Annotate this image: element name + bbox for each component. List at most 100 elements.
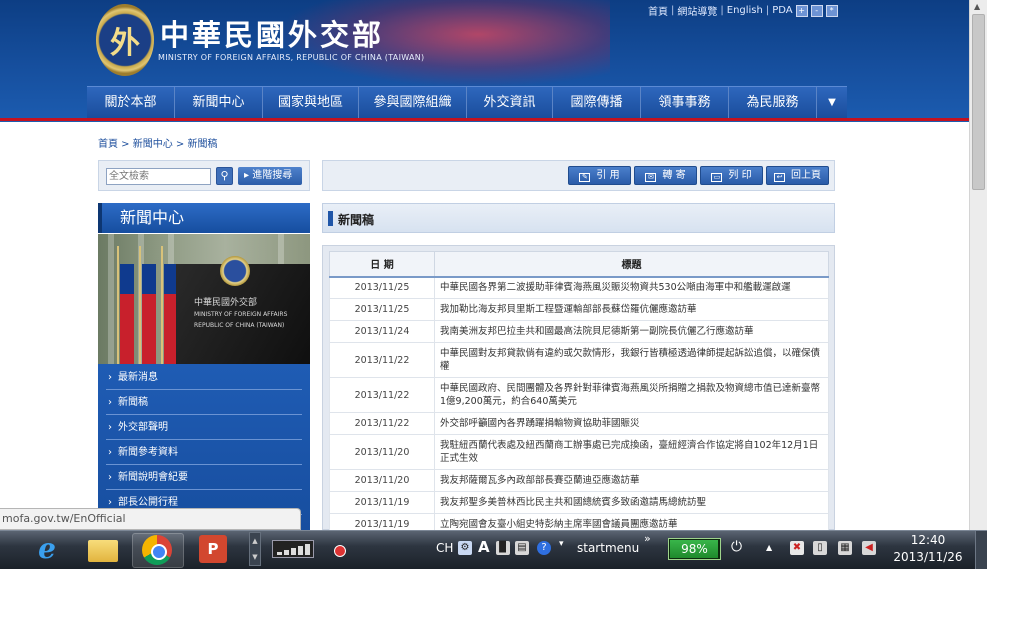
- sidebar-item-latest[interactable]: 最新消息: [106, 365, 302, 390]
- ime-language[interactable]: CH: [436, 541, 453, 555]
- sidebar-item-statements[interactable]: 外交部聲明: [106, 415, 302, 440]
- top-link-english[interactable]: English: [727, 5, 763, 16]
- search-icon[interactable]: ⚲: [216, 167, 233, 185]
- page-scrollbar[interactable]: ▲: [969, 0, 987, 530]
- table-row[interactable]: 2013/11/22 外交部呼籲國內各界踴躍捐輸物資協助菲國賑災: [329, 412, 829, 435]
- ime-toolbar-icon[interactable]: ⚙: [458, 541, 472, 555]
- scroll-thumb[interactable]: [972, 14, 985, 190]
- search-box: ⚲ ▸ 進階搜尋: [98, 160, 310, 191]
- flag-canton: [142, 264, 156, 294]
- no-connection-icon[interactable]: [334, 545, 346, 557]
- row-title-link[interactable]: 外交部呼籲國內各界踴躍捐輸物資協助菲國賑災: [434, 412, 829, 435]
- top-links: 首頁 | 網站導覽 | English | PDA + - *: [648, 3, 838, 18]
- row-date: 2013/11/19: [329, 491, 435, 514]
- sidebar-menu: 最新消息 新聞稿 外交部聲明 新聞參考資料 新聞說明會紀要 部長公開行程: [98, 364, 310, 530]
- signal-bar: [305, 544, 310, 555]
- podium-text-line: MINISTRY OF FOREIGN AFFAIRS: [194, 311, 288, 318]
- row-date: 2013/11/19: [329, 513, 435, 530]
- print-button[interactable]: ▭ 列 印: [700, 166, 763, 185]
- row-title-link[interactable]: 我駐紐西蘭代表處及紐西蘭商工辦事處已完成換函，臺紐經濟合作協定將自102年12月…: [434, 434, 829, 470]
- startmenu-toolbar[interactable]: startmenu: [577, 541, 639, 555]
- scroll-up-icon[interactable]: ▲: [974, 2, 980, 11]
- breadcrumb[interactable]: 首頁 > 新聞中心 > 新聞稿: [98, 135, 217, 150]
- search-input[interactable]: [106, 168, 211, 185]
- nav-item-countries[interactable]: 國家與地區: [263, 87, 359, 119]
- flag: [139, 246, 156, 364]
- advanced-search-button[interactable]: ▸ 進階搜尋: [238, 167, 302, 185]
- font-decrease-icon[interactable]: -: [810, 4, 823, 17]
- back-label: 回上頁: [791, 170, 821, 181]
- action-center-icon[interactable]: ✖: [790, 541, 804, 555]
- nav-item-about[interactable]: 關於本部: [87, 87, 175, 119]
- signal-bar: [298, 546, 303, 555]
- toolbar-overflow-icon[interactable]: »: [644, 532, 651, 545]
- nav-item-intl-orgs[interactable]: 參與國際組織: [359, 87, 467, 119]
- back-button[interactable]: ↩ 回上頁: [766, 166, 829, 185]
- power-plug-icon[interactable]: ⏻: [731, 539, 742, 555]
- table-row[interactable]: 2013/11/24 我南美洲友邦巴拉圭共和國最高法院貝尼德斯第一副院長伉儷乙行應…: [329, 320, 829, 343]
- row-date: 2013/11/22: [329, 377, 435, 413]
- row-title-link[interactable]: 我友邦聖多美普林西比民主共和國總統賓多致函邀請馬總統訪聖: [434, 491, 829, 514]
- row-title-link[interactable]: 中華民國對友邦貸款倘有違約或欠款情形，我銀行皆積極透過律師提起訴訟追償，以確保債…: [434, 342, 829, 378]
- row-title-link[interactable]: 我加勒比海友邦貝里斯工程暨運輸部部長蘇岱羅伉儷應邀訪華: [434, 298, 829, 321]
- row-title-link[interactable]: 中華民國各界第二波援助菲律賓海燕風災賑災物資共530公噸由海軍中和艦載運啟運: [434, 276, 829, 299]
- nav-item-consular[interactable]: 領事事務: [641, 87, 729, 119]
- network-icon[interactable]: ▦: [838, 541, 852, 555]
- page-toolbar: ✎ 引 用 ✉ 轉 寄 ▭ 列 印 ↩ 回上頁: [322, 160, 835, 191]
- top-link-home[interactable]: 首頁: [648, 3, 668, 18]
- show-desktop-button[interactable]: [975, 531, 987, 569]
- column-header-date: 日 期: [329, 251, 435, 278]
- nav-item-intl-comm[interactable]: 國際傳播: [553, 87, 641, 119]
- ministry-logo[interactable]: 外: [96, 4, 154, 76]
- table-row[interactable]: 2013/11/20 我駐紐西蘭代表處及紐西蘭商工辦事處已完成換函，臺紐經濟合作協…: [329, 434, 829, 470]
- ime-options-icon[interactable]: ▾: [559, 539, 564, 549]
- sidebar-item-press-release[interactable]: 新聞稿: [106, 390, 302, 415]
- row-title-link[interactable]: 我友邦薩爾瓦多內政部部長賽亞蘭迪亞應邀訪華: [434, 469, 829, 492]
- clock-date[interactable]: 2013/11/26: [887, 550, 969, 564]
- cite-button[interactable]: ✎ 引 用: [568, 166, 631, 185]
- top-link-pda[interactable]: PDA: [772, 5, 792, 16]
- ime-mode[interactable]: A: [478, 538, 490, 556]
- advanced-search-label: 進階搜尋: [252, 170, 293, 181]
- help-icon[interactable]: ?: [537, 541, 551, 555]
- table-row[interactable]: 2013/11/22 中華民國對友邦貸款倘有違約或欠款情形，我銀行皆積極透過律師提…: [329, 342, 829, 378]
- top-link-sitemap[interactable]: 網站導覽: [677, 3, 717, 18]
- row-title-link[interactable]: 中華民國政府、民間團體及各界針對菲律賓海燕風災所捐贈之捐款及物資總市值已達新臺幣…: [434, 377, 829, 413]
- divider: |: [671, 5, 675, 16]
- nav-item-foreign-info[interactable]: 外交資訊: [467, 87, 553, 119]
- table-row[interactable]: 2013/11/25 中華民國各界第二波援助菲律賓海燕風災賑災物資共530公噸由海…: [329, 276, 829, 299]
- row-title-link[interactable]: 立陶宛國會友臺小組史特彭納主席率國會議員團應邀訪華: [434, 513, 829, 530]
- font-increase-icon[interactable]: +: [795, 4, 808, 17]
- row-date: 2013/11/25: [329, 298, 435, 321]
- header-red-band: [0, 118, 969, 121]
- battery-percent: 98%: [681, 542, 708, 556]
- sidebar-item-references[interactable]: 新聞參考資料: [106, 440, 302, 465]
- nav-more-icon[interactable]: ▼: [817, 87, 847, 119]
- table-row[interactable]: 2013/11/20 我友邦薩爾瓦多內政部部長賽亞蘭迪亞應邀訪華: [329, 469, 829, 492]
- clock-time[interactable]: 12:40: [895, 533, 961, 547]
- forward-button[interactable]: ✉ 轉 寄: [634, 166, 697, 185]
- ime-fullwidth-icon[interactable]: ▉: [496, 541, 510, 555]
- ime-keyboard-icon[interactable]: ▤: [515, 541, 529, 555]
- sidebar-title: 新聞中心: [98, 203, 310, 233]
- flag-canton: [120, 264, 134, 294]
- volume-muted-icon[interactable]: ◀: [862, 541, 876, 555]
- table-row[interactable]: 2013/11/25 我加勒比海友邦貝里斯工程暨運輸部部長蘇岱羅伉儷應邀訪華: [329, 298, 829, 321]
- table-row[interactable]: 2013/11/19 立陶宛國會友臺小組史特彭納主席率國會議員團應邀訪華: [329, 513, 829, 530]
- sidebar-item-briefings[interactable]: 新聞說明會紀要: [106, 465, 302, 490]
- table-row[interactable]: 2013/11/19 我友邦聖多美普林西比民主共和國總統賓多致函邀請馬總統訪聖: [329, 491, 829, 514]
- battery-tray-icon[interactable]: ▯: [813, 541, 827, 555]
- nav-item-news[interactable]: 新聞中心: [175, 87, 263, 119]
- site-title[interactable]: 中華民國外交部: [160, 12, 384, 54]
- show-hidden-icons-icon[interactable]: ▲: [766, 543, 772, 552]
- row-title-link[interactable]: 我南美洲友邦巴拉圭共和國最高法院貝尼德斯第一副院長伉儷乙行應邀訪華: [434, 320, 829, 343]
- battery-meter[interactable]: 98%: [668, 538, 721, 560]
- signal-strength-icon[interactable]: [272, 540, 314, 558]
- heading-marker: [328, 211, 333, 226]
- browser-viewport: 外 中華民國外交部 MINISTRY OF FOREIGN AFFAIRS, R…: [0, 0, 969, 530]
- ministry-seal-icon: [220, 256, 250, 286]
- taskbar-scroll-icon[interactable]: ▲ ▼: [249, 532, 261, 566]
- accessibility-icon[interactable]: *: [825, 4, 838, 17]
- table-row[interactable]: 2013/11/22 中華民國政府、民間團體及各界針對菲律賓海燕風災所捐贈之捐款及…: [329, 377, 829, 413]
- nav-item-services[interactable]: 為民服務: [729, 87, 817, 119]
